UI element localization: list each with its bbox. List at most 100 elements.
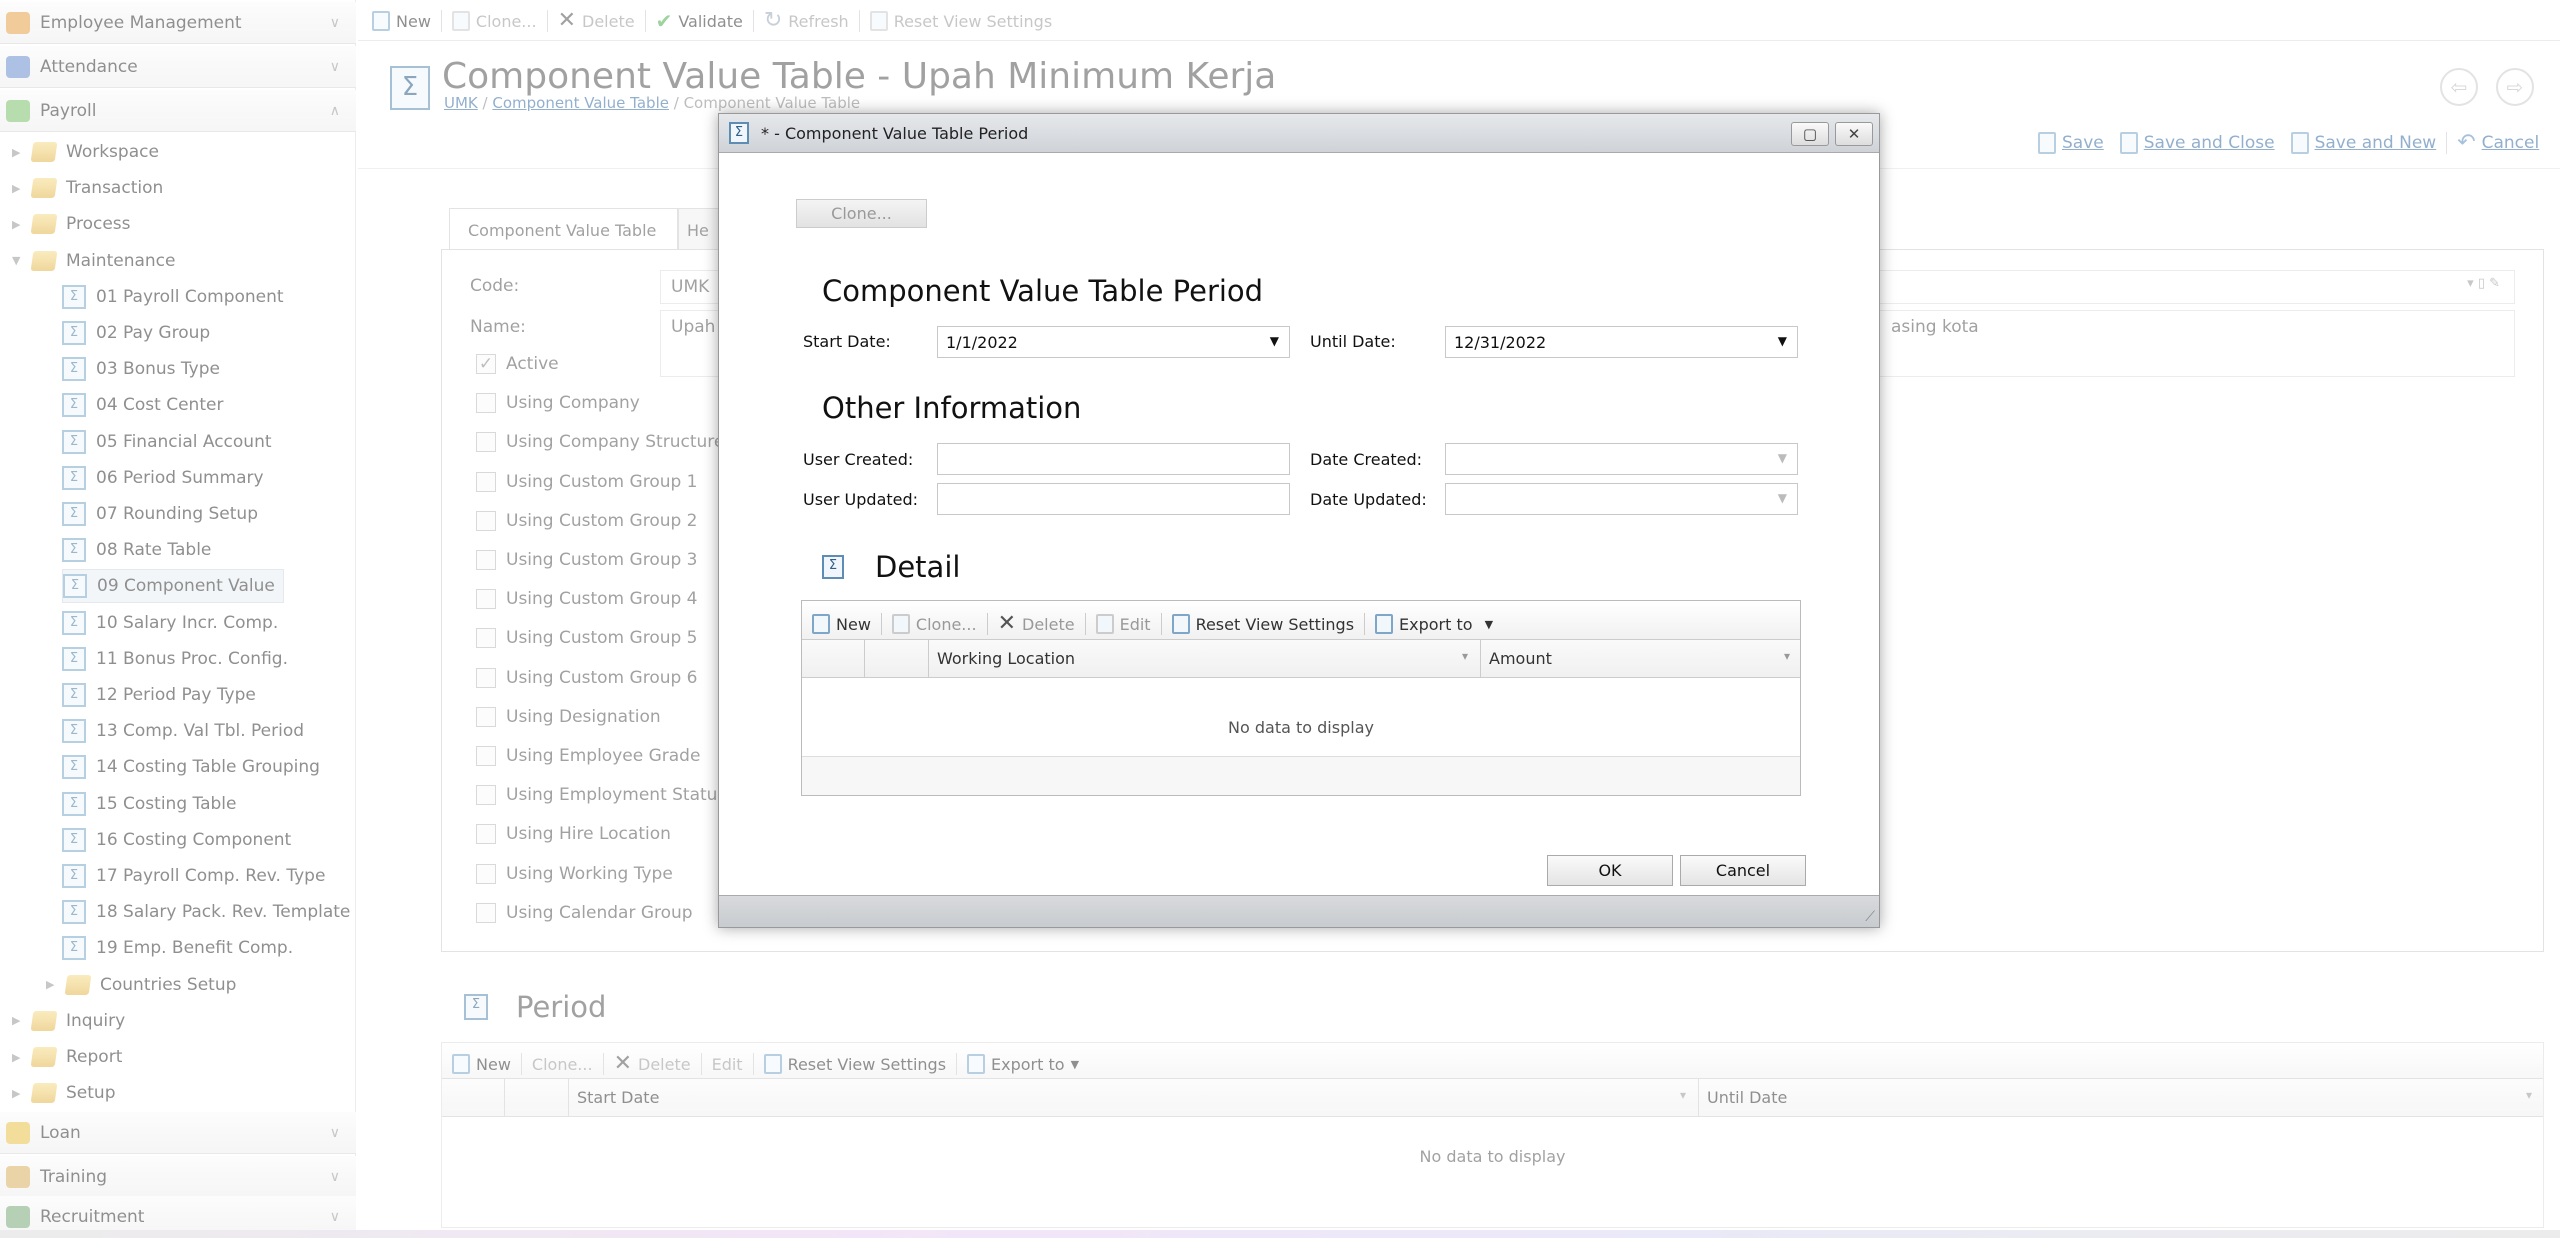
checkbox-row[interactable]: Using Calendar Group (476, 902, 693, 923)
checkbox-row[interactable]: Using Custom Group 5 (476, 628, 698, 649)
date-created-input[interactable]: ▼ (1445, 443, 1798, 475)
period-clone-button[interactable]: Clone... (532, 1055, 593, 1074)
detail-delete-button[interactable]: Delete (1022, 615, 1075, 634)
ok-button[interactable]: OK (1547, 855, 1673, 886)
sidebar-group-attendance[interactable]: Attendance ∨ (0, 46, 356, 88)
checkbox[interactable] (476, 863, 496, 884)
detail-clone-button[interactable]: Clone... (916, 615, 977, 634)
tree-folder[interactable]: ▶ Transaction (12, 171, 163, 205)
checkbox[interactable] (476, 746, 496, 766)
tree-item[interactable]: Σ 10 Salary Incr. Comp. (62, 606, 278, 640)
resize-grip-icon[interactable]: ⟋ (1865, 909, 1875, 925)
tree-item[interactable]: Σ 05 Financial Account (62, 425, 272, 459)
tree-folder[interactable]: ▶ Setup (12, 1076, 115, 1110)
previous-record-button[interactable]: ⇦ (2440, 68, 2478, 106)
tree-item[interactable]: Σ 19 Emp. Benefit Comp. (62, 931, 293, 965)
validate-button[interactable]: Validate (678, 12, 742, 31)
checkbox-row[interactable]: Using Company (476, 393, 640, 414)
tree-item[interactable]: Σ 07 Rounding Setup (62, 497, 258, 531)
sidebar-group-training[interactable]: Training ∨ (0, 1156, 356, 1198)
tab-component-value-table[interactable]: Component Value Table (449, 208, 678, 250)
expand-arrow-icon[interactable]: ▶ (46, 978, 66, 991)
checkbox-row[interactable]: Using Working Type (476, 863, 673, 884)
dialog-clone-button[interactable]: Clone... (796, 199, 927, 228)
checkbox[interactable] (476, 706, 496, 727)
dialog-titlebar[interactable]: Σ * - Component Value Table Period ▢ ✕ (719, 114, 1879, 153)
period-new-button[interactable]: New (476, 1055, 511, 1074)
checkbox-row[interactable]: Using Designation (476, 706, 661, 727)
tree-item[interactable]: Σ 08 Rate Table (62, 533, 211, 567)
expand-arrow-icon[interactable]: ▶ (12, 1014, 32, 1027)
tree-item[interactable]: Σ 06 Period Summary (62, 461, 264, 495)
checkbox-row[interactable]: Using Employment Status (476, 785, 726, 806)
reset-view-button[interactable]: Reset View Settings (894, 12, 1052, 31)
tree-item[interactable]: Σ 03 Bonus Type (62, 352, 220, 386)
dropdown-arrow-icon[interactable]: ▼ (1270, 334, 1279, 348)
checkbox[interactable] (476, 824, 496, 845)
until-date-input[interactable]: 12/31/2022 ▼ (1445, 326, 1798, 358)
checkbox[interactable] (476, 471, 496, 492)
expand-arrow-icon[interactable]: ▶ (12, 1087, 32, 1100)
tree-item[interactable]: Σ 13 Comp. Val Tbl. Period (62, 714, 304, 748)
tree-item[interactable]: Σ 14 Costing Table Grouping (62, 750, 320, 784)
checkbox[interactable] (476, 628, 496, 649)
checkbox-row[interactable]: Using Custom Group 4 (476, 589, 698, 610)
checkbox-row[interactable]: Using Hire Location (476, 824, 671, 845)
breadcrumb-cvt[interactable]: Component Value Table (492, 94, 669, 112)
checkbox[interactable] (476, 902, 496, 923)
tab-header[interactable]: He (678, 208, 718, 250)
column-until-date[interactable]: Until Date ▾ (1698, 1079, 2544, 1116)
tree-item[interactable]: Σ 01 Payroll Component (62, 280, 284, 314)
dropdown-arrow-icon[interactable]: ▼ (1778, 334, 1787, 348)
tree-item[interactable]: Σ 09 Component Value (62, 569, 284, 604)
column-amount[interactable]: Amount ▾ (1480, 640, 1802, 677)
dropdown-arrow-icon[interactable]: ▼ (1778, 491, 1787, 505)
filter-icon[interactable]: ▾ (1680, 1088, 1686, 1102)
tree-item[interactable]: Σ 12 Period Pay Type (62, 678, 256, 712)
checkbox[interactable]: ✓ (476, 354, 496, 374)
checkbox[interactable] (476, 393, 496, 414)
tree-folder[interactable]: ▶ Process (12, 207, 131, 241)
collapse-arrow-icon[interactable]: ▼ (12, 254, 32, 267)
period-reset-view-button[interactable]: Reset View Settings (788, 1055, 946, 1074)
sidebar-group-loan[interactable]: Loan ∨ (0, 1112, 356, 1154)
tree-item[interactable]: Σ 15 Costing Table (62, 787, 236, 821)
dropdown-arrow-icon[interactable]: ▼ (1778, 451, 1787, 465)
checkbox[interactable] (476, 550, 496, 570)
save-new-button[interactable]: Save and New (2315, 133, 2437, 153)
filter-icon[interactable]: ▾ (1784, 649, 1790, 663)
start-date-input[interactable]: 1/1/2022 ▼ (937, 326, 1290, 358)
tree-folder[interactable]: ▶ Report (12, 1040, 122, 1074)
tree-item[interactable]: Σ 17 Payroll Comp. Rev. Type (62, 859, 325, 893)
tree-folder[interactable]: ▼ Maintenance (12, 244, 175, 278)
expand-arrow-icon[interactable]: ▶ (12, 218, 32, 231)
tree-item[interactable]: Σ 04 Cost Center (62, 388, 223, 422)
refresh-button[interactable]: Refresh (788, 12, 848, 31)
checkbox-row[interactable]: Using Employee Grade (476, 746, 700, 766)
tree-folder[interactable]: ▶ Workspace (12, 135, 159, 169)
tree-item[interactable]: Σ 18 Salary Pack. Rev. Template (62, 895, 350, 929)
period-delete-button[interactable]: Delete (638, 1055, 691, 1074)
clone-button[interactable]: Clone... (476, 12, 537, 31)
checkbox-row[interactable]: Using Custom Group 2 (476, 510, 698, 531)
save-close-button[interactable]: Save and Close (2144, 133, 2275, 153)
maximize-button[interactable]: ▢ (1791, 122, 1829, 146)
period-export-button[interactable]: Export to (991, 1055, 1065, 1074)
user-created-input[interactable] (937, 443, 1290, 475)
tree-item[interactable]: Σ 11 Bonus Proc. Config. (62, 642, 288, 676)
column-start-date[interactable]: Start Date ▾ (568, 1079, 1698, 1116)
breadcrumb-umk[interactable]: UMK (444, 94, 478, 112)
checkbox-row[interactable]: Using Custom Group 6 (476, 667, 698, 688)
detail-reset-view-button[interactable]: Reset View Settings (1196, 615, 1354, 634)
cancel-link[interactable]: Cancel (2482, 133, 2540, 153)
tree-folder[interactable]: ▶ Inquiry (12, 1004, 125, 1038)
expand-arrow-icon[interactable]: ▶ (12, 1051, 32, 1064)
checkbox[interactable] (476, 432, 496, 453)
filter-icon[interactable]: ▾ (1462, 649, 1468, 663)
save-button[interactable]: Save (2062, 133, 2104, 153)
checkbox[interactable] (476, 667, 496, 688)
checkbox[interactable] (476, 785, 496, 806)
next-record-button[interactable]: ⇨ (2496, 68, 2534, 106)
checkbox-row[interactable]: Using Custom Group 1 (476, 471, 698, 492)
sidebar-group-employee-management[interactable]: Employee Management ∨ (0, 2, 356, 44)
